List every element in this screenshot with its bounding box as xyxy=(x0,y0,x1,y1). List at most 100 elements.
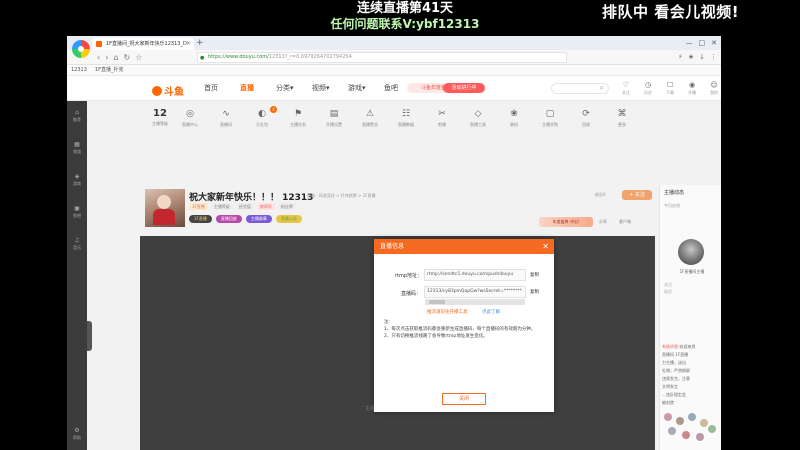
share-button[interactable]: 分享 xyxy=(599,219,607,225)
chat-avatar[interactable] xyxy=(700,419,708,427)
panel-avatar[interactable] xyxy=(678,239,704,265)
sidebar-item-help[interactable]: ⚙ 帮助 xyxy=(67,427,87,441)
rtmp-address-field[interactable]: rtmp://sendtc1.douyu.com/pushdouyu xyxy=(424,269,526,281)
tag-item: 经验值 xyxy=(235,203,254,210)
tab-close-icon[interactable]: ✕ xyxy=(186,38,191,50)
overlay-contact: 任何问题联系V:ybf12313 xyxy=(330,17,480,31)
dialog-close-icon[interactable]: ✕ xyxy=(542,239,549,254)
back-icon[interactable]: ‹ xyxy=(97,51,100,64)
stream-code-label: 直播码： xyxy=(401,291,422,297)
client-button[interactable]: 客户端 xyxy=(619,219,631,225)
nav-games[interactable]: 游戏▾ xyxy=(348,83,384,93)
learn-more-link[interactable]: 点此了解 xyxy=(482,309,500,315)
bookmark-star-icon[interactable]: ★ xyxy=(688,51,694,64)
close-button[interactable]: 关闭 xyxy=(442,393,486,405)
chat-avatar[interactable] xyxy=(676,417,684,425)
nav-buttons: ‹ › ⌂ ↻ ☆ xyxy=(97,51,142,64)
maximize-icon[interactable]: □ xyxy=(699,37,706,49)
room-title: 祝大家新年快乐！！！ 12313 xyxy=(189,193,314,203)
tool-data[interactable]: ☷ 直播数据 xyxy=(393,107,419,129)
chat-avatar[interactable] xyxy=(682,431,690,439)
close-window-icon[interactable]: ✕ xyxy=(711,37,717,49)
anchor-level[interactable]: 12 主播等级 xyxy=(147,107,173,128)
url-input[interactable]: ● https://www.douyu.com/12313?_r=0.69792… xyxy=(197,52,567,63)
download-app-icon[interactable]: ☐ 下载 xyxy=(661,80,679,96)
badge-pill[interactable]: 主播勋章 xyxy=(245,215,272,223)
stream-code-field[interactable]: 12313/cy83pmQapGw?wsSecret=******** xyxy=(424,286,526,298)
new-tab-button[interactable]: + xyxy=(196,37,204,49)
sidebar-item-music[interactable]: ♫ 音乐 xyxy=(67,237,87,251)
panel-message-button[interactable]: 私信 xyxy=(664,288,672,295)
lock-icon: ● xyxy=(200,55,205,61)
tool-clip[interactable]: ✂ 剪辑 xyxy=(429,107,455,129)
follow-button[interactable]: + 关注 xyxy=(622,190,652,200)
copy-rtmp-button[interactable]: 复制 xyxy=(530,272,539,278)
tool-replay[interactable]: ⟳ 回放 xyxy=(573,107,599,129)
sidebar-item-channel[interactable]: ▦ 频道 xyxy=(67,141,87,155)
chat-avatar[interactable] xyxy=(708,425,716,433)
douyu-logo[interactable]: 斗鱼 xyxy=(152,83,184,98)
follow-header-icon[interactable]: ♡ 关注 xyxy=(617,80,635,96)
refresh-icon[interactable]: ↻ xyxy=(123,51,130,64)
bookmark-item[interactable]: 1F直播_扑克 xyxy=(95,65,124,75)
douyu-page: 斗鱼 首页 直播 分类▾ 视频▾ 游戏▾ 鱼吧 斗鱼年度盛典 活动进行中 ♡关注… xyxy=(67,77,721,450)
tool-live-center[interactable]: ◎ 直播中心 xyxy=(177,107,203,129)
forward-icon[interactable]: › xyxy=(105,51,108,64)
tool-room[interactable]: ∿ 直播间 xyxy=(213,107,239,129)
tool-live-tools[interactable]: ◇ 直播工具 xyxy=(465,107,491,129)
rtmp-label: rtmp地址： xyxy=(395,273,423,279)
browser-tab[interactable]: 1F直播间_祝大家新年快乐12313_D ✕ xyxy=(92,38,194,50)
badge-pill[interactable]: 直播回放 xyxy=(215,215,242,223)
user-avatar-icon[interactable]: ☺ 我的 xyxy=(705,80,721,96)
badge-pill[interactable]: 1F直播 xyxy=(189,215,212,223)
tool-warning[interactable]: ⚠ 直播警告 xyxy=(357,107,383,129)
browser-logo-icon[interactable] xyxy=(72,40,90,58)
tab-bar: 1F直播间_祝大家新年快乐12313_D ✕ + — □ ✕ xyxy=(67,36,721,58)
menu-icon[interactable]: ⋮ xyxy=(710,51,717,64)
chat-avatar[interactable] xyxy=(696,433,704,441)
nav-live[interactable]: 直播 xyxy=(240,83,276,93)
tool-decor[interactable]: ❀ 装扮 xyxy=(501,107,527,129)
chat-avatar[interactable] xyxy=(664,413,672,421)
chat-message: ...违反规定会 xyxy=(662,392,686,397)
nav-video[interactable]: 视频▾ xyxy=(312,83,348,93)
copy-code-button[interactable]: 复制 xyxy=(530,289,539,295)
nav-home[interactable]: 首页 xyxy=(204,83,240,93)
minimize-icon[interactable]: — xyxy=(686,37,693,49)
chat-message: 系统消息:欢迎来到 xyxy=(662,344,696,349)
chat-avatar[interactable] xyxy=(668,427,676,435)
masked-field xyxy=(425,299,525,305)
chat-list: 系统消息:欢迎来到 直播间 1F直播 力主播，送出 礼物，严禁刷屏 违规发言，注… xyxy=(662,343,720,407)
speed-icon[interactable]: ⚡ xyxy=(678,51,683,64)
home-icon[interactable]: ⌂ xyxy=(113,51,118,64)
download-icon[interactable]: ↓ xyxy=(699,51,705,64)
anchor-avatar[interactable] xyxy=(145,189,185,227)
favorite-icon[interactable]: ☆ xyxy=(135,51,142,64)
tool-more[interactable]: ⌘ 更多 xyxy=(609,107,635,129)
sidebar-item-recommend[interactable]: ⌂ 推荐 xyxy=(67,109,87,123)
chat-avatar[interactable] xyxy=(688,413,696,421)
event-badge-live[interactable]: 活动进行中 xyxy=(443,83,485,93)
sidebar-item-games[interactable]: ◈ 游戏 xyxy=(67,173,87,187)
panel-follow-button[interactable]: 关注 xyxy=(664,281,672,288)
chat-message: 文明发言 xyxy=(662,384,678,389)
sidebar-item-yuba[interactable]: ▣ 鱼吧 xyxy=(67,205,87,219)
tool-academy[interactable]: ▢ 主播学院 xyxy=(537,107,563,129)
room-category[interactable]: 等级 · 网游竞技 > 扑克棋牌 > 1F直播 xyxy=(307,193,375,199)
badge-pill[interactable]: 直播公告 xyxy=(275,215,302,223)
live-info-dialog: 直播信息 ✕ rtmp地址： rtmp://sendtc1.douyu.com/… xyxy=(374,239,554,412)
tool-tasks[interactable]: ⚑ 主播任务 xyxy=(285,107,311,129)
start-live-icon[interactable]: ◉ 开播 xyxy=(683,80,701,96)
follow-count: 粉丝0 xyxy=(595,192,606,197)
window-controls: — □ ✕ xyxy=(686,37,718,49)
history-icon[interactable]: ◷ 历史 xyxy=(639,80,657,96)
event-banner[interactable]: 年度盛典·冲击! xyxy=(539,217,593,227)
bookmark-item[interactable]: 12313 xyxy=(71,65,87,75)
site-search-input[interactable] xyxy=(551,83,609,94)
stream-overlay-center: 连续直播第41天 任何问题联系V:ybf12313 xyxy=(320,0,490,32)
panel-name: 1F直播间主播 xyxy=(679,269,705,274)
nav-category[interactable]: 分类▾ xyxy=(276,83,312,93)
tool-settings[interactable]: ▤ 开播设置 xyxy=(321,107,347,129)
tag-item: 粉丝牌 xyxy=(277,203,296,210)
sidebar-collapse-handle[interactable] xyxy=(87,321,92,351)
